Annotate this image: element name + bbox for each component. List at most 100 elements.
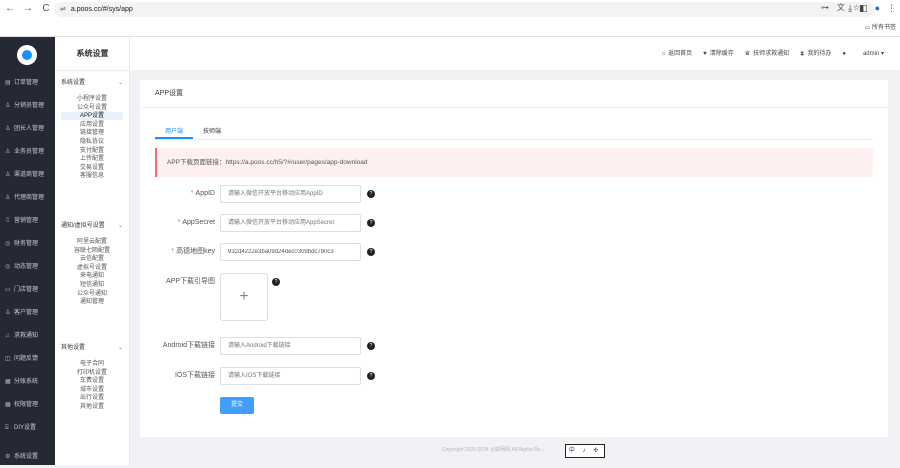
subnav-item[interactable]: 隐私协议 [61, 138, 123, 146]
subnav-item[interactable]: 支付配置 [61, 147, 123, 155]
help-icon[interactable]: ? [272, 278, 280, 286]
submit-button[interactable]: 提交 [220, 397, 254, 414]
sidebar-item[interactable]: ♖ 营销管理 [0, 210, 55, 232]
sidebar-item-icon: ♖ [5, 218, 11, 224]
subnav-item[interactable]: 电子合同 [61, 360, 123, 368]
subnav-group-title[interactable]: 通知/虚拟号设置 ⌄ [61, 221, 125, 231]
browser-actions: ⤓ ◧ ● ⋮ [848, 3, 896, 14]
subnav-item[interactable]: 城市设置 [61, 386, 123, 394]
header-link[interactable]: ⌂ 返回首页 [661, 37, 692, 71]
reload-icon[interactable]: C [40, 3, 52, 15]
header-links: ⌂ 返回首页 ♥ 清除缓存 ♛ 技师求救通知 ⧗ 我的待办 ● admin ▾ [661, 37, 884, 71]
sidebar-item[interactable]: ◫ 问题反馈 [0, 348, 55, 370]
subnav-item[interactable]: 虚拟号设置 [61, 264, 123, 272]
top-header: ⌂ 返回首页 ♥ 清除缓存 ♛ 技师求救通知 ⧗ 我的待办 ● admin ▾ [130, 37, 900, 71]
subnav-item[interactable]: 短信通知 [61, 281, 123, 289]
subnav-item[interactable]: 应用设置 [61, 121, 123, 129]
menu-icon[interactable]: ⋮ [887, 3, 896, 14]
sidebar-item[interactable]: ♙ 代理商管理 [0, 187, 55, 209]
map-key-input[interactable] [220, 243, 361, 261]
subnav-item[interactable]: 上传配置 [61, 155, 123, 163]
sidebar-item[interactable]: ⌸ DIY设置 [0, 417, 55, 439]
back-icon[interactable]: ← [4, 3, 16, 15]
app-logo[interactable] [17, 45, 37, 65]
sidebar-item[interactable]: ♙ 分销员管理 [0, 95, 55, 117]
sidebar-item-label: 财务管理 [14, 241, 39, 247]
subnav-item[interactable]: 出行设置 [61, 394, 123, 402]
ime-toolbar[interactable]: 中 ♪ ✣ [565, 444, 605, 458]
appsecret-label: * AppSecret [140, 214, 215, 232]
header-link[interactable]: ♛ 技师求救通知 [745, 37, 789, 71]
subnav-item[interactable]: 阿里云配置 [61, 238, 123, 246]
map-key-label: * 高德地图key [140, 243, 215, 261]
android-link-input[interactable] [220, 337, 361, 355]
appsecret-row: *AppSecret ? [140, 214, 888, 232]
image-upload-button[interactable]: + [220, 273, 268, 321]
subnav-item[interactable]: 来电通知 [61, 272, 123, 280]
help-icon[interactable]: ? [367, 190, 375, 198]
help-icon[interactable]: ? [367, 248, 375, 256]
subnav-item[interactable]: 公众号通知 [61, 290, 123, 298]
sidebar-item[interactable]: ◎ 动态管理 [0, 256, 55, 278]
address-bar[interactable]: ⇌ a.poos.cc/#/sys/app [54, 2, 874, 17]
translate-icon[interactable]: 文 [837, 0, 845, 15]
header-link[interactable]: ⧗ 我的待办 [800, 37, 831, 71]
help-icon[interactable]: ? [367, 342, 375, 350]
subnav-item[interactable]: 容联七陌配置 [61, 247, 123, 255]
sidebar-item[interactable]: ▤ 订单管理 [0, 72, 55, 94]
help-icon[interactable]: ? [367, 219, 375, 227]
side-panel-icon[interactable]: ◧ [859, 3, 868, 14]
chevron-down-icon: ⌄ [117, 80, 123, 86]
appsecret-label-text: AppSecret [182, 219, 215, 226]
app-settings-card: APP设置 用户端 技师端 APP下载页面链接：https://a.poos.c… [140, 80, 888, 437]
subnav-item[interactable]: 通知管理 [61, 298, 123, 306]
subnav-group-title[interactable]: 系统设置 ⌄ [61, 78, 125, 88]
tab-technician[interactable]: 技师端 [193, 124, 231, 139]
header-link[interactable]: ♥ 清除缓存 [703, 37, 734, 71]
subnav-item[interactable]: 车费设置 [61, 377, 123, 385]
subnav-item[interactable]: 公众号设置 [61, 104, 123, 112]
sidebar-item-label: 订单管理 [14, 80, 39, 86]
chevron-down-icon: ⌄ [117, 345, 123, 351]
header-link-label: 技师求救通知 [753, 51, 790, 57]
sidebar-item-label: 代理商管理 [14, 195, 45, 201]
subnav-item[interactable]: APP设置 [61, 112, 123, 121]
subnav-group-title[interactable]: 其他设置 ⌄ [61, 343, 125, 353]
site-info-icon[interactable]: ⇌ [60, 6, 66, 13]
all-bookmarks-button[interactable]: ▭ 所有书签 [865, 22, 896, 31]
header-link[interactable]: admin ▾ [860, 37, 884, 71]
header-link[interactable]: ● [842, 37, 849, 71]
sidebar-item[interactable]: ◎ 财务管理 [0, 233, 55, 255]
sidebar-item[interactable]: ♙ 业务员管理 [0, 141, 55, 163]
subnav-item[interactable]: 客服信息 [61, 172, 123, 180]
sidebar-item[interactable]: ♫ 求救通知 [0, 325, 55, 347]
profile-icon[interactable]: ● [875, 3, 880, 14]
sidebar-item[interactable]: ♙ 客户管理 [0, 302, 55, 324]
subnav-item[interactable]: 小程序设置 [61, 95, 123, 103]
subnav-item[interactable]: 其他设置 [61, 403, 123, 411]
required-mark: * [177, 219, 181, 226]
sidebar-item-label: 系统设置 [14, 454, 39, 460]
sidebar-item-label: 动态管理 [14, 264, 39, 270]
appsecret-input[interactable] [220, 214, 361, 232]
password-key-icon[interactable]: ⊶ [821, 0, 829, 15]
sidebar-item-label: 权限管理 [14, 402, 39, 408]
sidebar-item-label: 门店管理 [14, 287, 39, 293]
appid-input[interactable] [220, 185, 361, 203]
subnav-item[interactable]: 打印机设置 [61, 369, 123, 377]
folder-icon: ▭ [864, 25, 871, 31]
sidebar-item[interactable]: ▦ 权限管理 [0, 394, 55, 416]
sidebar-item[interactable]: ♙ 团长人管理 [0, 118, 55, 140]
sidebar-item[interactable]: ♙ 渠道商管理 [0, 164, 55, 186]
forward-icon[interactable]: → [22, 3, 34, 15]
sidebar-item-label: 渠道商管理 [14, 172, 45, 178]
tab-user[interactable]: 用户端 [155, 124, 194, 139]
sidebar-item[interactable]: ▦ 分账系统 [0, 371, 55, 393]
subnav-item[interactable]: 云信配置 [61, 255, 123, 263]
help-icon[interactable]: ? [367, 372, 375, 380]
sidebar-item[interactable]: ▭ 门店管理 [0, 279, 55, 301]
download-icon[interactable]: ⤓ [848, 3, 852, 14]
subnav-item[interactable]: 交易设置 [61, 164, 123, 172]
ios-link-input[interactable] [220, 367, 361, 385]
subnav-item[interactable]: 链接管理 [61, 129, 123, 137]
